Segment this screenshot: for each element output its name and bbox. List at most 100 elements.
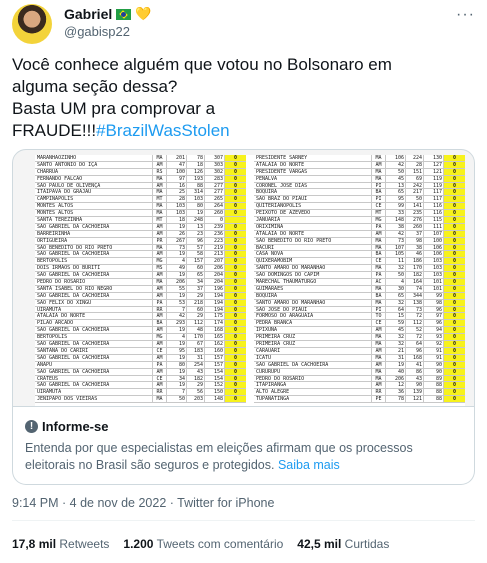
likes-stat[interactable]: 42,5 mil Curtidas (297, 537, 389, 551)
spreadsheet-cell: 130 (424, 155, 444, 161)
retweets-stat[interactable]: 17,8 mil Retweets (12, 537, 109, 551)
spreadsheet-row: CARAUARI AM 21 96 91 0 (254, 347, 465, 355)
spreadsheet-cell: MA (372, 375, 386, 382)
author-name-row[interactable]: Gabriel 💛 (64, 6, 151, 22)
spreadsheet-cell: CE (372, 320, 386, 326)
spreadsheet-cell: 260 (205, 210, 225, 216)
spreadsheet-row: BOQUIRA BA 65 344 99 0 (254, 292, 465, 300)
spreadsheet-cell: 38 (406, 244, 424, 251)
spreadsheet-cell: SÃO JOSÉ DO PIAUÍ (254, 306, 372, 313)
spreadsheet-cell: 90 (424, 361, 444, 368)
spreadsheet-cell: MS (153, 265, 167, 271)
spreadsheet-cell: MA (372, 175, 386, 182)
spreadsheet-cell: PI (372, 182, 386, 189)
spreadsheet-row: SÃO GABRIEL DA CACHOEIRA AM 19 48 168 0 (35, 327, 246, 335)
spreadsheet-cell: 194 (205, 299, 225, 306)
spreadsheet-row: SÃO BENEDITO DO RIO PRETO MA 73 98 100 0 (254, 237, 465, 245)
spreadsheet-cell: 201 (167, 155, 187, 161)
spreadsheet-cell: PA (372, 272, 386, 278)
spreadsheet-cell: 0 (225, 230, 246, 237)
spreadsheet-cell: 223 (205, 237, 225, 244)
spreadsheet-cell: AM (372, 361, 386, 368)
spreadsheet-cell: MG (153, 258, 167, 264)
spreadsheet-cell: ATALAIA DO NORTE (254, 230, 372, 237)
spreadsheet-cell: 19 (167, 354, 187, 361)
spreadsheet-cell: 0 (444, 285, 465, 292)
spreadsheet-cell: 91 (424, 347, 444, 354)
spreadsheet-cell: 0 (444, 327, 465, 333)
spreadsheet-cell: 168 (205, 327, 225, 333)
spreadsheet-cell: 90 (406, 382, 424, 388)
quote-tweets-stat[interactable]: 1.200 Tweets com comentário (123, 537, 283, 551)
spreadsheet-row: QUITERIANÓPOLIS CE 99 141 116 0 (254, 203, 465, 211)
spreadsheet-cell: 217 (406, 189, 424, 195)
spreadsheet-cell: 89 (424, 375, 444, 382)
spreadsheet-cell: 193 (187, 175, 205, 182)
avatar[interactable] (12, 4, 52, 44)
more-options-icon[interactable]: ··· (456, 6, 475, 24)
notice-text: Entenda por que especialistas em eleiçõe… (25, 440, 465, 474)
spreadsheet-cell: 95 (167, 347, 187, 354)
spreadsheet-cell: MONTES ALTOS (35, 203, 153, 210)
spreadsheet-cell: 121 (406, 396, 424, 402)
spreadsheet-cell: 0 (225, 334, 246, 340)
spreadsheet-cell: TO (372, 313, 386, 319)
spreadsheet-cell: PEDRO DO ROSÁRIO (35, 279, 153, 285)
hashtag-link[interactable]: #BrazilWasStolen (96, 121, 230, 140)
spreadsheet-cell: 98 (406, 237, 424, 244)
spreadsheet-cell: CE (372, 258, 386, 264)
spreadsheet-row: QUIXERAMOBIM CE 11 186 103 0 (254, 258, 465, 266)
spreadsheet-cell: 103 (424, 265, 444, 271)
learn-more-link[interactable]: Saiba mais (278, 458, 340, 472)
spreadsheet-cell: 73 (386, 237, 406, 244)
spreadsheet-cell: 207 (205, 258, 225, 264)
tweet-timestamp[interactable]: 9:14 PM · 4 de nov de 2022 · Twitter for… (12, 496, 274, 510)
spreadsheet-cell: 0 (444, 217, 465, 223)
spreadsheet-cell: 0 (444, 292, 465, 299)
spreadsheet-cell: 31 (386, 354, 406, 361)
spreadsheet-cell: 106 (424, 244, 444, 251)
spreadsheet-cell: 0 (444, 396, 465, 402)
spreadsheet-cell: AM (153, 292, 167, 299)
tweet-image[interactable]: MARANHÃOZINHO MA 201 78 307 0 SANTO ANTÔNIO DO… (12, 149, 475, 407)
info-icon: ! (25, 420, 38, 433)
spreadsheet-cell: 0 (444, 361, 465, 368)
spreadsheet-cell: 103 (424, 272, 444, 278)
spreadsheet-cell: 50 (406, 196, 424, 202)
notice-title-row: ! Informe-se (25, 419, 108, 434)
spreadsheet-cell: BERTÓPOLIS (35, 334, 153, 341)
spreadsheet-cell: 265 (205, 196, 225, 202)
spreadsheet-cell: 194 (205, 292, 225, 299)
spreadsheet-cell: 0 (444, 251, 465, 257)
author-name[interactable]: Gabriel (64, 6, 112, 22)
author-handle[interactable]: @gabisp22 (64, 24, 130, 39)
spreadsheet-cell: 19 (167, 382, 187, 388)
spreadsheet-cell: ICATU (254, 354, 372, 361)
spreadsheet-cell: 23 (187, 230, 205, 237)
spreadsheet-row: TUPANATINGA PE 78 121 88 0 (254, 396, 465, 404)
info-notice-card[interactable]: ! Informe-se Entenda por que especialist… (12, 407, 475, 485)
spreadsheet-cell: 69 (406, 175, 424, 182)
spreadsheet-row: JENIPAPO DOS VIEIRAS MA 50 203 148 0 (35, 396, 246, 404)
spreadsheet-cell: BA (372, 292, 386, 299)
spreadsheet-cell: 96 (424, 306, 444, 313)
spreadsheet-cell: RR (153, 389, 167, 395)
spreadsheet-row: SÃO GABRIEL DA CACHOEIRA AM 19 43 154 0 (35, 368, 246, 376)
spreadsheet-cell: 235 (406, 210, 424, 216)
spreadsheet-cell: 160 (205, 347, 225, 354)
spreadsheet-cell: 25 (167, 189, 187, 195)
spreadsheet-cell: 264 (205, 203, 225, 209)
spreadsheet-cell: 59 (386, 320, 406, 326)
spreadsheet-cell: 29 (187, 382, 205, 388)
spreadsheet-cell: 19 (386, 361, 406, 368)
spreadsheet-cell: 80 (187, 203, 205, 209)
spreadsheet-cell: 162 (205, 341, 225, 347)
spreadsheet-cell: 103 (167, 210, 187, 216)
spreadsheet-row: SÃO GABRIEL DA CACHOEIRA AM 19 41 90 0 (254, 361, 465, 369)
spreadsheet-cell: AM (153, 285, 167, 292)
spreadsheet-cell: 106 (424, 251, 444, 257)
spreadsheet-cell: SÃO BENEDITO DO RIO PRETO (254, 237, 372, 244)
spreadsheet-row: UIRAMUTÃ RR 7 56 150 0 (35, 389, 246, 397)
spreadsheet-row: FERNANDO FALCÃO MA 97 193 283 0 (35, 175, 246, 183)
spreadsheet-row: CASA NOVA BA 105 46 106 0 (254, 251, 465, 259)
